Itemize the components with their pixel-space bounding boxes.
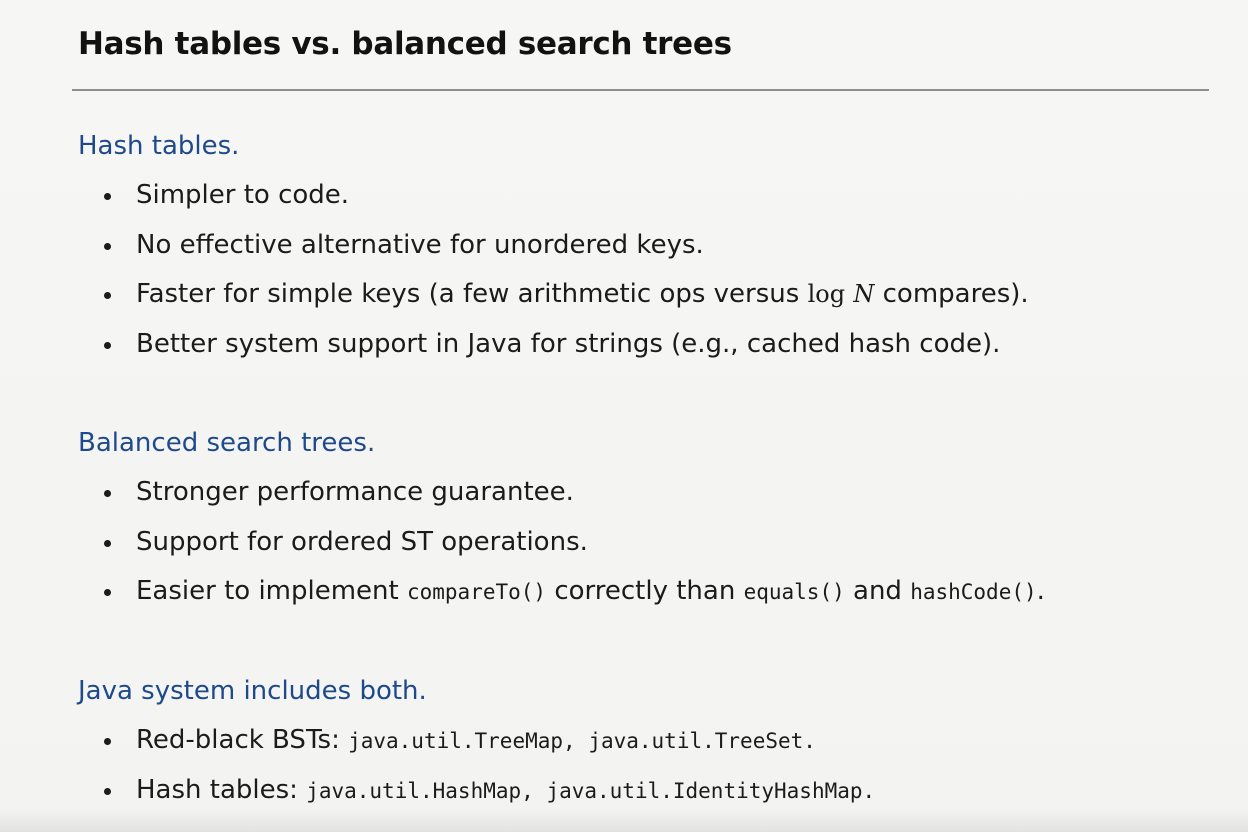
bullet-text: No effective alternative for unordered k…	[136, 229, 704, 260]
bullet-item: Faster for simple keys (a few arithmetic…	[78, 277, 1238, 311]
bullet-icon	[104, 539, 111, 547]
bullet-text: Support for ordered ST operations.	[136, 526, 588, 557]
bullet-list-java-system: Red-black BSTs: java.util.TreeMap, java.…	[78, 723, 1238, 807]
bullet-list-hash-tables: Simpler to code. No effective alternativ…	[78, 178, 1238, 361]
bullet-text-part: Hash tables:	[136, 774, 307, 805]
bullet-item: No effective alternative for unordered k…	[78, 228, 1238, 262]
section-heading-java-system: Java system includes both.	[78, 676, 427, 706]
bullet-item: Easier to implement compareTo() correctl…	[78, 574, 1238, 608]
bullet-list-balanced-search-trees: Stronger performance guarantee. Support …	[78, 475, 1238, 608]
bullet-text-part: Red-black BSTs:	[136, 725, 349, 755]
code-separator: ,	[521, 778, 547, 803]
slide-title: Hash tables vs. balanced search trees	[78, 26, 732, 62]
bullet-icon	[104, 738, 111, 745]
slide: Hash tables vs. balanced search trees Ha…	[0, 0, 1248, 832]
bottom-shade	[0, 810, 1248, 832]
section-heading-balanced-search-trees: Balanced search trees.	[78, 428, 376, 458]
bullet-item: Support for ordered ST operations.	[78, 525, 1238, 559]
code-end: .	[862, 778, 876, 803]
code-treemap: java.util.TreeMap	[348, 729, 564, 753]
bullet-icon	[104, 787, 111, 795]
title-divider	[72, 89, 1209, 91]
section-hash-tables: Hash tables. Simpler to code. No effecti…	[78, 129, 1238, 376]
section-heading-hash-tables: Hash tables.	[78, 131, 240, 161]
bullet-item: Red-black BSTs: java.util.TreeMap, java.…	[78, 723, 1238, 757]
bullet-item: Better system support in Java for string…	[78, 327, 1238, 361]
bullet-item: Hash tables: java.util.HashMap, java.uti…	[78, 773, 1238, 807]
section-balanced-search-trees: Balanced search trees. Stronger performa…	[78, 426, 1238, 624]
bullet-icon	[104, 589, 111, 596]
math-log: log	[807, 280, 846, 308]
bullet-item: Stronger performance guarantee.	[78, 475, 1238, 509]
code-identityhashmap: java.util.IdentityHashMap	[546, 778, 863, 803]
bullet-text-part: .	[1036, 576, 1045, 606]
bullet-icon	[104, 193, 111, 200]
bullet-icon	[104, 292, 111, 299]
bullet-icon	[104, 341, 111, 349]
bullet-text-part: Faster for simple keys (a few arithmetic…	[136, 279, 808, 309]
code-hashcode: hashCode()	[910, 580, 1037, 604]
bullet-icon	[104, 242, 111, 250]
bullet-text: Simpler to code.	[136, 180, 350, 210]
bullet-text-part: Easier to implement	[136, 576, 407, 606]
bullet-text-part: correctly than	[546, 576, 744, 606]
bullet-icon	[104, 490, 111, 497]
bullet-text-part: compares).	[874, 279, 1029, 309]
section-java-system: Java system includes both. Red-black BST…	[78, 674, 1238, 822]
bullet-item: Simpler to code.	[78, 178, 1238, 212]
code-separator: ,	[563, 729, 589, 753]
code-end: .	[803, 729, 816, 753]
code-compareto: compareTo()	[406, 580, 547, 604]
code-equals: equals()	[743, 580, 845, 604]
code-hashmap: java.util.HashMap	[306, 778, 522, 803]
bullet-text: Stronger performance guarantee.	[136, 477, 574, 507]
math-n: N	[853, 280, 875, 308]
code-treeset: java.util.TreeSet	[588, 729, 804, 753]
bullet-text: Better system support in Java for string…	[136, 328, 1001, 359]
bullet-text-part: and	[844, 576, 911, 606]
